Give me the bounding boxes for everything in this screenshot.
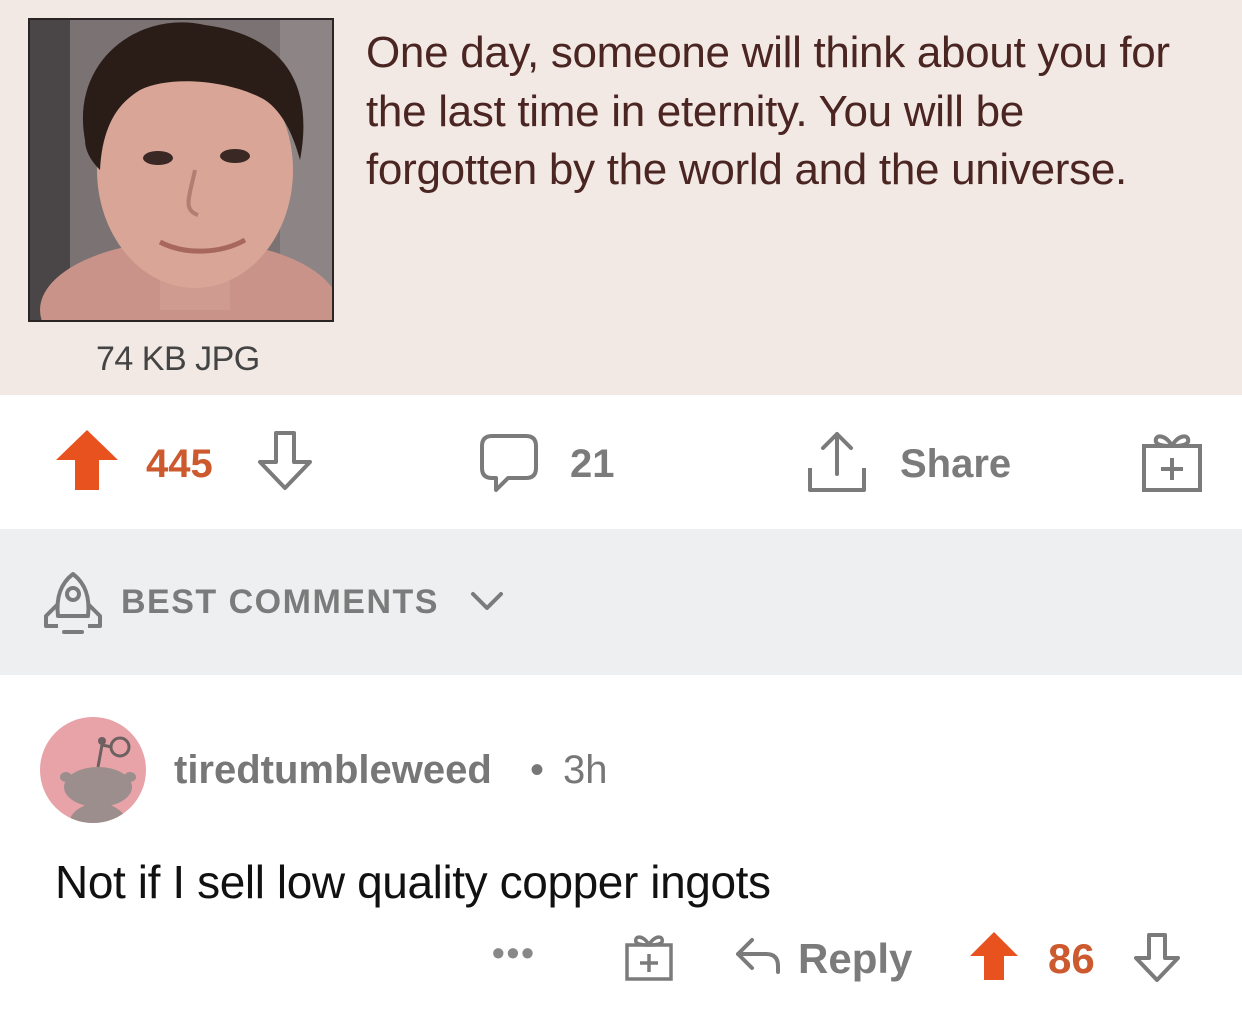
reply-button[interactable]: Reply <box>798 935 912 983</box>
downvote-icon[interactable] <box>256 430 314 492</box>
more-options-button[interactable]: ••• <box>492 932 536 974</box>
post-text: One day, someone will think about you fo… <box>366 24 1226 200</box>
comment-username[interactable]: tiredtumbleweed <box>174 748 492 793</box>
comment-vote-count: 86 <box>1048 935 1095 982</box>
comment-timestamp: 3h <box>563 748 608 792</box>
comment-icon[interactable] <box>478 432 540 494</box>
meta-separator: • <box>530 748 545 792</box>
file-info: 74 KB JPG <box>96 340 260 378</box>
rocket-icon[interactable] <box>40 570 106 636</box>
reply-icon[interactable] <box>734 936 782 976</box>
post-text-line: One day, someone will think about you fo… <box>366 28 1170 77</box>
avatar[interactable] <box>40 717 146 823</box>
downvote-icon[interactable] <box>1132 932 1182 984</box>
post-text-line: the last time in eternity. You will be <box>366 86 1024 136</box>
comment-count[interactable]: 21 <box>570 442 615 487</box>
post-image[interactable] <box>28 18 334 322</box>
upvote-icon[interactable] <box>54 428 120 492</box>
post-text-line: forgotten by the world and the universe. <box>366 145 1127 194</box>
post-vote-count: 445 <box>146 442 213 486</box>
share-icon[interactable] <box>806 430 868 494</box>
upvote-icon[interactable] <box>968 930 1020 982</box>
comment-body: Not if I sell low quality copper ingots <box>55 856 771 908</box>
share-button[interactable]: Share <box>900 442 1011 487</box>
award-gift-icon[interactable] <box>624 932 674 982</box>
chevron-down-icon[interactable] <box>470 590 504 612</box>
award-gift-icon[interactable] <box>1140 430 1204 494</box>
sort-selector[interactable]: BEST COMMENTS <box>121 583 439 622</box>
